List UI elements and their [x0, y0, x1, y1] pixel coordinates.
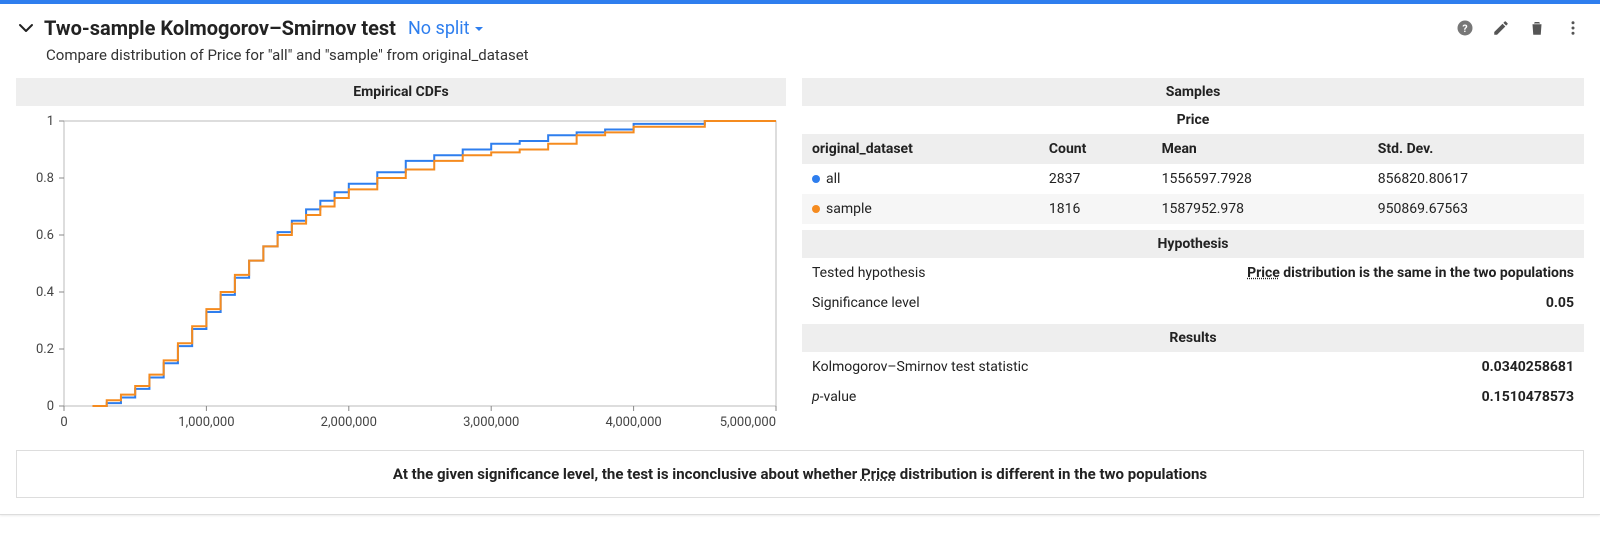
row-name: sample [802, 194, 1039, 224]
hypothesis-table: Tested hypothesis Price distribution is … [802, 258, 1584, 318]
p-value: 0.1510478573 [1332, 382, 1584, 412]
card-header: Two-sample Kolmogorov–Smirnov test No sp… [16, 16, 1584, 40]
results-title: Results [802, 324, 1584, 352]
ecdf-chart: 0 0.2 0.4 0.6 0.8 1 0 1,000,000 2,000,000 3,000,0… [16, 106, 786, 436]
row-std: 856820.80617 [1368, 164, 1584, 194]
samples-value-label: Price [802, 106, 1584, 134]
tested-label: Tested hypothesis [802, 258, 1019, 288]
collapse-icon[interactable] [16, 18, 36, 38]
svg-text:0: 0 [60, 415, 67, 430]
col-count: Count [1039, 134, 1152, 164]
chart-panel: Empirical CDFs 0 0.2 0.4 0.6 0.8 1 0 1,000,000 2… [16, 78, 786, 436]
svg-text:1: 1 [47, 114, 54, 129]
row-name: all [802, 164, 1039, 194]
table-row: sample18161587952.978950869.67563 [802, 194, 1584, 224]
svg-text:3,000,000: 3,000,000 [463, 415, 519, 430]
stat-value: 0.0340258681 [1332, 352, 1584, 382]
help-icon[interactable]: ? [1454, 17, 1476, 39]
row-count: 2837 [1039, 164, 1152, 194]
p-label: p-value [802, 382, 1332, 412]
svg-text:0.8: 0.8 [36, 171, 54, 186]
edit-icon[interactable] [1490, 17, 1512, 39]
conclusion: At the given significance level, the tes… [16, 450, 1584, 498]
stat-label: Kolmogorov–Smirnov test statistic [802, 352, 1332, 382]
hypothesis-title: Hypothesis [802, 230, 1584, 258]
chart-title: Empirical CDFs [16, 78, 786, 106]
svg-text:0.4: 0.4 [36, 285, 55, 300]
svg-text:0: 0 [47, 399, 54, 414]
sig-label: Significance level [802, 288, 1019, 318]
results-table: Kolmogorov–Smirnov test statistic 0.0340… [802, 352, 1584, 412]
sig-value: 0.05 [1019, 288, 1584, 318]
svg-text:0.2: 0.2 [36, 342, 54, 357]
row-count: 1816 [1039, 194, 1152, 224]
row-mean: 1587952.978 [1152, 194, 1368, 224]
svg-text:?: ? [1462, 22, 1467, 35]
samples-table: original_dataset Count Mean Std. Dev. al… [802, 134, 1584, 224]
split-dropdown[interactable]: No split [408, 18, 484, 39]
svg-text:2,000,000: 2,000,000 [321, 415, 377, 430]
svg-text:4,000,000: 4,000,000 [605, 415, 661, 430]
tested-value: Price distribution is the same in the tw… [1019, 258, 1584, 288]
more-icon[interactable] [1562, 17, 1584, 39]
col-group: original_dataset [802, 134, 1039, 164]
delete-icon[interactable] [1526, 17, 1548, 39]
table-row: all28371556597.7928856820.80617 [802, 164, 1584, 194]
samples-title: Samples [802, 78, 1584, 106]
caret-down-icon [474, 18, 484, 39]
row-std: 950869.67563 [1368, 194, 1584, 224]
col-std: Std. Dev. [1368, 134, 1584, 164]
split-label: No split [408, 18, 470, 39]
svg-text:1,000,000: 1,000,000 [178, 415, 234, 430]
row-mean: 1556597.7928 [1152, 164, 1368, 194]
card-body: Empirical CDFs 0 0.2 0.4 0.6 0.8 1 0 1,000,000 2… [16, 78, 1584, 436]
svg-text:5,000,000: 5,000,000 [720, 415, 776, 430]
card: Two-sample Kolmogorov–Smirnov test No sp… [0, 0, 1600, 515]
col-mean: Mean [1152, 134, 1368, 164]
card-subtitle: Compare distribution of Price for "all" … [46, 46, 1584, 64]
stats-panel: Samples Price original_dataset Count Mea… [802, 78, 1584, 436]
card-title: Two-sample Kolmogorov–Smirnov test [44, 16, 396, 40]
svg-text:0.6: 0.6 [36, 228, 54, 243]
